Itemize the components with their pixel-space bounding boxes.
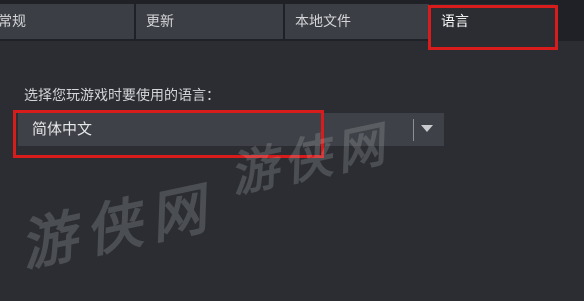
tab-language[interactable]: 语言 <box>431 4 555 45</box>
tab-local-files[interactable]: 本地文件 <box>285 4 429 39</box>
tab-bar: 常规 更新 本地文件 语言 <box>0 0 584 45</box>
language-prompt: 选择您玩游戏时要使用的语言： <box>24 88 220 104</box>
selected-language: 简体中文 <box>32 120 93 138</box>
select-divider <box>413 119 414 141</box>
watermark-text: 游侠网 <box>14 174 222 280</box>
tab-updates[interactable]: 更新 <box>136 4 283 39</box>
tab-general[interactable]: 常规 <box>0 4 134 39</box>
chevron-down-icon[interactable] <box>421 125 433 132</box>
language-select[interactable]: 简体中文 <box>18 113 444 146</box>
